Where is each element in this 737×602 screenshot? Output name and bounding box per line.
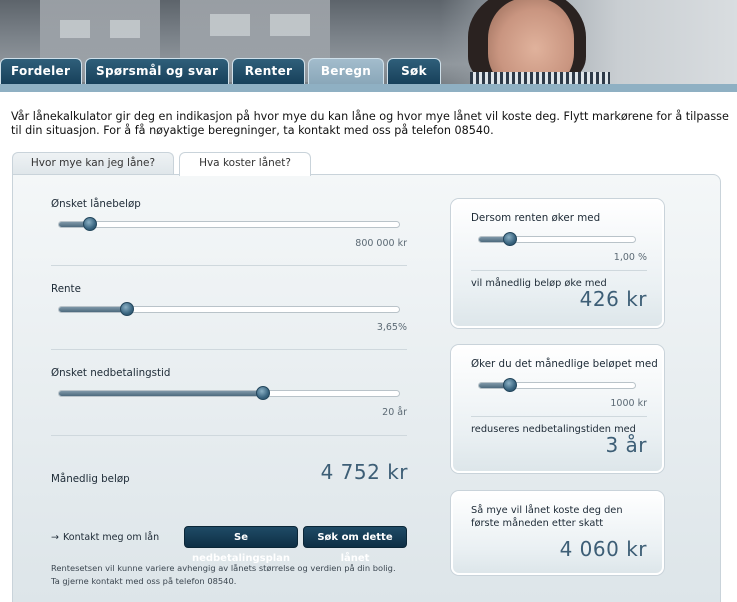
rate-slider-handle[interactable]	[120, 302, 134, 316]
amount-label: Ønsket lånebeløp	[51, 198, 141, 210]
apply-loan-button[interactable]: Søk om dette lånet	[303, 526, 407, 564]
intro-text: Vår lånekalkulator gir deg en indikasjon…	[11, 110, 729, 137]
main-nav: Fordeler Spørsmål og svar Renter Beregn …	[0, 58, 444, 84]
rate-increase-box: Dersom renten øker med 1,00 % vil månedl…	[451, 199, 664, 328]
first-month-cost-value: 4 060 kr	[559, 537, 647, 561]
rate-increase-value: 1,00 %	[613, 252, 647, 263]
tab-beregn[interactable]: Beregn	[308, 58, 384, 84]
divider	[471, 270, 647, 271]
header-window	[60, 20, 90, 38]
amount-value: 800 000 kr	[355, 238, 407, 249]
arrow-right-icon: →	[51, 532, 59, 543]
divider	[51, 435, 407, 436]
rate-increase-slider[interactable]	[478, 232, 636, 246]
monthly-label: Månedlig beløp	[51, 473, 130, 485]
term-slider-fill	[59, 391, 263, 396]
term-label: Ønsket nedbetalingstid	[51, 367, 171, 379]
page-header: Fordeler Spørsmål og svar Renter Beregn …	[0, 0, 737, 92]
disclaimer-line-1: Rentesetsen vil kunne variere avhengig a…	[51, 563, 396, 573]
term-slider-handle[interactable]	[256, 386, 270, 400]
monthly-amount: 4 752 kr	[320, 460, 408, 484]
nav-underline	[0, 84, 737, 92]
rate-slider[interactable]	[58, 302, 400, 316]
term-value: 20 år	[382, 407, 407, 418]
tab-sporsmal-og-svar[interactable]: Spørsmål og svar	[85, 58, 229, 84]
divider	[471, 416, 647, 417]
payment-increase-label: Øker du det månedlige beløpet med	[471, 358, 658, 370]
payment-increase-value: 1000 kr	[610, 398, 647, 409]
first-month-cost-label: Så mye vil lånet koste deg den første må…	[471, 504, 623, 530]
payment-increase-box: Øker du det månedlige beløpet med 1000 k…	[451, 345, 664, 473]
term-slider[interactable]	[58, 386, 400, 400]
first-month-cost-line-1: Så mye vil lånet koste deg den	[471, 505, 623, 516]
disclaimer: Rentesetsen vil kunne variere avhengig a…	[51, 562, 431, 588]
rate-increase-label: Dersom renten øker med	[471, 212, 601, 224]
rate-slider-fill	[59, 307, 127, 312]
header-photo	[440, 0, 737, 92]
subtab-how-much-can-i-borrow[interactable]: Hvor mye kan jeg låne?	[12, 152, 174, 175]
header-window	[210, 14, 250, 36]
first-month-cost-box: Så mye vil lånet koste deg den første må…	[451, 491, 664, 575]
rate-increase-result: 426 kr	[579, 287, 647, 311]
payment-plan-button[interactable]: Se nedbetalingsplan	[184, 526, 298, 564]
contact-link[interactable]: → Kontakt meg om lån	[51, 532, 159, 543]
tab-renter[interactable]: Renter	[232, 58, 305, 84]
rate-value: 3,65%	[376, 322, 407, 333]
disclaimer-line-2: Ta gjerne kontakt med oss på telefon 085…	[51, 576, 237, 586]
payment-increase-slider[interactable]	[478, 378, 636, 392]
payment-increase-slider-handle[interactable]	[503, 378, 518, 392]
first-month-cost-line-2: første måneden etter skatt	[471, 518, 604, 529]
header-window	[110, 20, 140, 38]
rate-increase-slider-handle[interactable]	[503, 232, 518, 246]
tab-sok[interactable]: Søk	[387, 58, 441, 84]
payment-increase-result: 3 år	[605, 433, 647, 457]
subtab-what-does-loan-cost[interactable]: Hva koster lånet?	[179, 152, 311, 176]
rate-label: Rente	[51, 283, 81, 295]
contact-link-label: Kontakt meg om lån	[63, 532, 160, 543]
header-window	[270, 14, 310, 36]
amount-slider-handle[interactable]	[82, 217, 97, 231]
divider	[51, 265, 407, 266]
divider	[51, 349, 407, 350]
amount-slider[interactable]	[58, 217, 400, 231]
tab-fordeler[interactable]: Fordeler	[0, 58, 82, 84]
